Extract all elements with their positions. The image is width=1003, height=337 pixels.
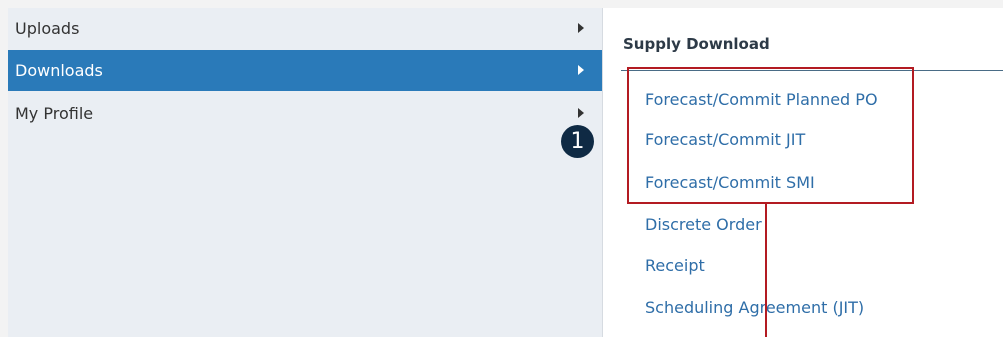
chevron-right-icon [578,23,584,33]
callout-line [765,204,767,337]
chevron-right-icon [578,65,584,75]
step-number-badge: 1 [561,125,594,158]
highlight-box [627,67,914,204]
menu-item-label: Uploads [15,19,80,38]
chevron-right-icon [578,108,584,118]
menu-item-label: Downloads [15,61,103,80]
link-scheduling-agreement-jit[interactable]: Scheduling Agreement (JIT) [645,298,864,317]
link-receipt[interactable]: Receipt [645,256,705,275]
menu-item-my-profile[interactable]: My Profile [8,93,602,134]
main-menu-panel: Uploads Downloads My Profile [8,8,603,337]
submenu-title: Supply Download [623,35,770,53]
link-discrete-order[interactable]: Discrete Order [645,215,762,234]
menu-item-downloads[interactable]: Downloads [8,50,602,91]
menu-item-uploads[interactable]: Uploads [8,8,602,49]
menu-item-label: My Profile [15,104,94,123]
